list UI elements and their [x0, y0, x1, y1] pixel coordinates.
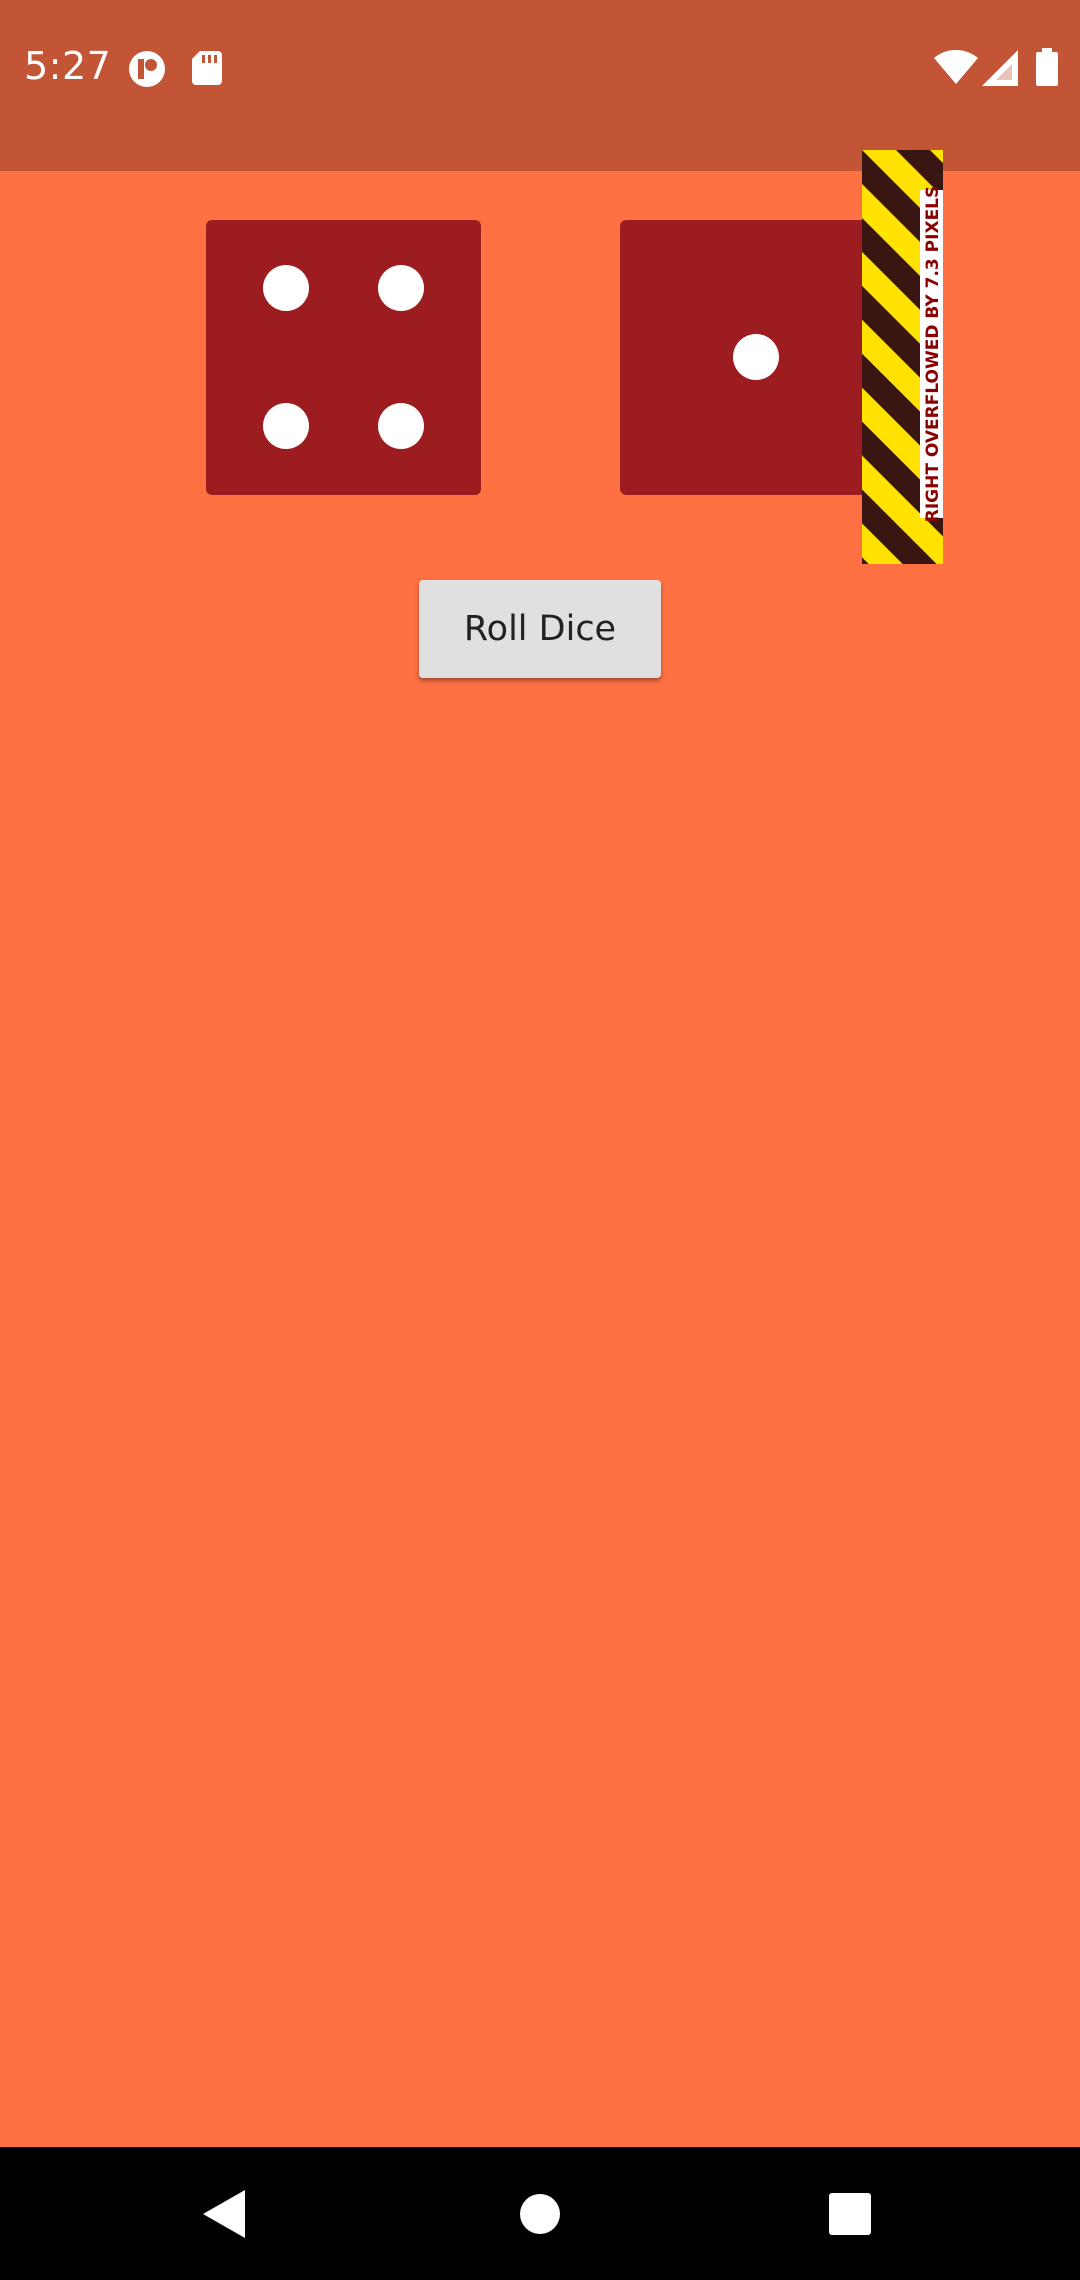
roll-dice-button[interactable]: Roll Dice — [419, 580, 661, 678]
left-die-face-four[interactable] — [206, 220, 481, 495]
status-time: 5:27 — [24, 44, 112, 88]
home-button[interactable] — [460, 2147, 620, 2280]
overflow-warning-stripe: RIGHT OVERFLOWED BY 7.3 PIXELS — [862, 150, 943, 564]
navigation-bar — [0, 2147, 1080, 2280]
overflow-warning-text: RIGHT OVERFLOWED BY 7.3 PIXELS — [923, 186, 943, 523]
sd-card-icon — [192, 51, 222, 90]
back-button[interactable] — [146, 2147, 306, 2280]
notification-app-icon — [128, 50, 166, 93]
right-die-face-one[interactable] — [620, 220, 862, 495]
wifi-icon — [934, 49, 978, 89]
recents-button[interactable] — [770, 2147, 930, 2280]
back-icon — [203, 2189, 245, 2238]
recents-icon — [829, 2192, 871, 2235]
cellular-signal-icon — [982, 50, 1018, 91]
home-icon — [520, 2193, 560, 2234]
battery-icon — [1036, 48, 1058, 91]
app-screen: 5:27 RIGHT OVERFLOWED BY 7.3 PIXELS Roll… — [0, 0, 1080, 2280]
status-bar: 5:27 — [0, 0, 1080, 171]
